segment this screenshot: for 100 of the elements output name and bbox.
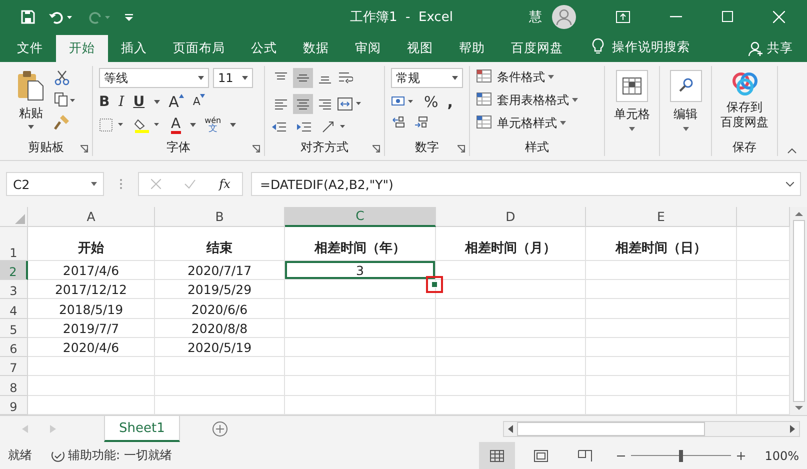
styles-menu-button[interactable]: 单元格样式 xyxy=(497,114,557,132)
ribbon-tab[interactable]: 插入 xyxy=(108,35,160,62)
caret-icon[interactable] xyxy=(629,127,635,131)
formula-field[interactable]: =DATEDIF(A2,B2,"Y") xyxy=(260,176,394,192)
table-style-icon[interactable] xyxy=(476,92,494,108)
caret-icon[interactable] xyxy=(91,182,97,186)
minimize-icon[interactable] xyxy=(670,16,682,18)
search-icon[interactable] xyxy=(670,70,702,102)
page-layout-icon[interactable] xyxy=(534,450,548,462)
expand-icon[interactable] xyxy=(786,182,794,186)
increase-decimal-icon[interactable] xyxy=(391,116,405,128)
zoom-in-icon[interactable] xyxy=(736,452,745,460)
cells-button[interactable]: 单元格 xyxy=(614,106,650,123)
row-header[interactable]: 6 xyxy=(0,338,28,358)
align-icon[interactable] xyxy=(296,98,310,110)
save-icon[interactable] xyxy=(20,8,36,24)
scroll-down-icon[interactable] xyxy=(794,406,802,411)
decrease-decimal-icon[interactable] xyxy=(414,116,428,128)
caret-icon[interactable] xyxy=(560,121,566,125)
styles-menu-button[interactable]: 套用表格格式 xyxy=(497,92,569,108)
editing-button[interactable]: 编辑 xyxy=(674,106,698,123)
column-header[interactable]: E xyxy=(586,207,737,227)
table-cell[interactable]: 3 xyxy=(285,260,436,280)
scroll-thumb[interactable] xyxy=(792,220,804,402)
fill-color-icon[interactable] xyxy=(134,117,162,133)
styles-menu-button[interactable]: 条件格式 xyxy=(497,68,545,86)
font-name-dropdown[interactable]: 等线 xyxy=(104,70,128,86)
font-color-button[interactable]: A xyxy=(171,116,181,134)
table-style-icon[interactable] xyxy=(476,69,494,85)
dialog-launcher-icon[interactable] xyxy=(457,145,465,153)
scroll-right-icon[interactable] xyxy=(790,425,795,433)
increase-indent-icon[interactable] xyxy=(296,121,312,133)
row-header[interactable]: 9 xyxy=(0,396,28,415)
zoom-level[interactable]: 100% xyxy=(764,448,799,462)
ribbon-tab[interactable]: 审阅 xyxy=(342,35,394,62)
maximize-icon[interactable] xyxy=(722,11,733,22)
row-header[interactable]: 1 xyxy=(0,226,28,261)
person-add-icon[interactable] xyxy=(748,40,764,56)
underline-button[interactable]: U xyxy=(133,94,145,110)
align-button[interactable] xyxy=(293,94,313,114)
dialog-launcher-icon[interactable] xyxy=(372,145,380,153)
ribbon-display-icon[interactable] xyxy=(616,10,630,22)
cut-icon[interactable] xyxy=(54,70,70,86)
close-icon[interactable] xyxy=(773,10,785,22)
caret-icon[interactable] xyxy=(572,98,578,102)
ribbon-tab[interactable]: 帮助 xyxy=(446,35,498,62)
caret-icon[interactable] xyxy=(230,123,236,127)
table-style-icon[interactable] xyxy=(476,115,494,131)
brush-icon[interactable] xyxy=(54,114,70,130)
percent-button[interactable]: % xyxy=(424,94,438,110)
shrink-font-button[interactable]: A xyxy=(192,94,200,110)
accessibility-status[interactable]: 辅助功能: 一切就绪 xyxy=(68,447,172,464)
scroll-left-icon[interactable] xyxy=(508,425,513,433)
zoom-slider-thumb[interactable] xyxy=(678,450,683,462)
paste-button[interactable]: 粘贴 xyxy=(19,105,43,122)
grid-icon[interactable] xyxy=(490,450,504,462)
caret-icon[interactable] xyxy=(190,123,196,127)
align-icon[interactable] xyxy=(318,98,332,110)
column-header[interactable]: A xyxy=(28,207,155,227)
collapse-ribbon-icon[interactable] xyxy=(787,148,797,154)
caret-icon[interactable] xyxy=(452,76,458,80)
align-button[interactable] xyxy=(293,68,313,88)
caret-icon[interactable] xyxy=(198,76,204,80)
row-header[interactable]: 2 xyxy=(0,260,28,280)
row-header[interactable]: 7 xyxy=(0,357,28,376)
caret-icon[interactable] xyxy=(548,75,554,79)
fill-handle[interactable] xyxy=(431,280,438,288)
ribbon-tab[interactable]: 开始 xyxy=(56,35,108,62)
insert-function-button[interactable]: fx xyxy=(219,177,230,191)
cells-icon[interactable] xyxy=(616,70,648,102)
grow-font-button[interactable]: A xyxy=(168,94,179,110)
tell-me-field[interactable]: 操作说明搜索 xyxy=(612,39,690,56)
new-sheet-icon[interactable] xyxy=(212,421,228,437)
row-header[interactable]: 4 xyxy=(0,299,28,319)
column-header[interactable]: D xyxy=(436,207,586,227)
column-header[interactable]: C xyxy=(285,207,436,227)
align-icon[interactable] xyxy=(296,72,310,84)
ribbon-tab[interactable]: 页面布局 xyxy=(160,35,238,62)
merge-center-icon[interactable] xyxy=(337,97,363,111)
name-box[interactable]: C2 xyxy=(13,176,30,192)
align-icon[interactable] xyxy=(274,98,288,110)
clipboard-icon[interactable] xyxy=(16,70,46,102)
decrease-indent-icon[interactable] xyxy=(271,121,287,133)
ribbon-tab[interactable]: 百度网盘 xyxy=(498,35,576,62)
check-icon[interactable] xyxy=(184,179,196,189)
ribbon-tab[interactable]: 视图 xyxy=(394,35,446,62)
caret-icon[interactable] xyxy=(242,76,248,80)
ribbon-tab[interactable]: 文件 xyxy=(4,35,56,62)
vertical-scrollbar[interactable] xyxy=(790,207,807,415)
pinyin-text[interactable]: wén xyxy=(204,116,222,125)
caret-icon[interactable] xyxy=(28,125,34,129)
dialog-launcher-icon[interactable] xyxy=(252,145,260,153)
row-header[interactable]: 8 xyxy=(0,376,28,396)
comma-button[interactable]: , xyxy=(447,94,453,110)
ribbon-tab[interactable]: 公式 xyxy=(238,35,290,62)
sheet-tab[interactable]: Sheet1 xyxy=(104,416,180,442)
phonetic-button[interactable]: 文 xyxy=(208,125,218,134)
share-button[interactable]: 共享 xyxy=(767,40,793,57)
scroll-thumb[interactable] xyxy=(517,422,705,436)
copy-icon[interactable] xyxy=(54,92,76,108)
